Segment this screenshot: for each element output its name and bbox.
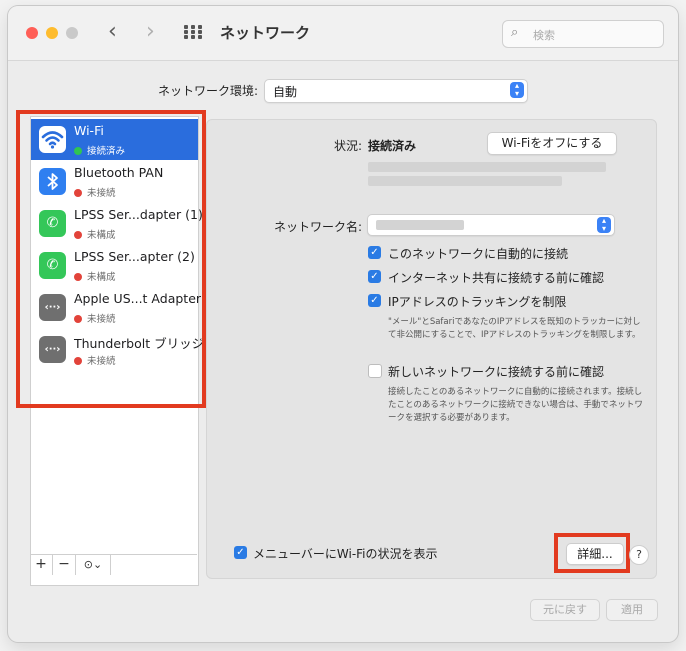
wifi-off-button[interactable]: Wi-Fiをオフにする	[487, 132, 617, 155]
ask-new-networks-label: 新しいネットワークに接続する前に確認	[388, 365, 605, 379]
highlight-box-service-list	[16, 110, 206, 408]
revert-button[interactable]: 元に戻す	[530, 599, 600, 621]
service-actions-menu-button[interactable]: ⊙⌄	[76, 555, 111, 575]
search-placeholder: 検索	[533, 29, 555, 42]
highlight-box-advanced	[554, 533, 630, 573]
titlebar: ‹ › ネットワーク ⌕ 検索	[8, 6, 678, 61]
forward-chevron-icon[interactable]: ›	[146, 20, 155, 44]
minimize-window-button[interactable]	[46, 27, 58, 39]
add-service-button[interactable]: +	[30, 555, 53, 575]
search-icon: ⌕	[511, 25, 519, 40]
ask-hotspot-label: インターネット共有に接続する前に確認	[388, 271, 605, 285]
search-field[interactable]: ⌕ 検索	[502, 20, 664, 48]
help-button[interactable]: ?	[629, 545, 649, 565]
show-in-menubar-checkbox[interactable]: ✓	[234, 546, 247, 559]
service-list-controls: + − ⊙⌄	[30, 554, 197, 575]
zoom-window-button[interactable]	[66, 27, 78, 39]
ip-tracking-description: "メール"とSafariであなたのIPアドレスを既知のトラッカーに対して非公開に…	[388, 317, 641, 340]
show-in-menubar-label: メニューバーにWi-Fiの状況を表示	[253, 547, 438, 561]
location-label: ネットワーク環境:	[158, 84, 259, 98]
location-select[interactable]: 自動 ▴ ▾	[264, 79, 528, 103]
status-label: 状況:	[334, 139, 363, 153]
close-window-button[interactable]	[26, 27, 38, 39]
limit-ip-tracking-label: IPアドレスのトラッキングを制限	[388, 295, 567, 309]
redacted-network-name	[376, 220, 464, 230]
location-value: 自動	[273, 85, 298, 99]
show-all-grid-icon[interactable]	[184, 25, 202, 39]
window-title: ネットワーク	[220, 24, 311, 42]
ask-new-networks-description: 接続したことのあるネットワークに自動的に接続されます。接続したことのあるネットワ…	[388, 387, 643, 423]
network-preferences-window: ‹ › ネットワーク ⌕ 検索 ネットワーク環境: 自動 ▴ ▾ Wi-Fi 接…	[8, 6, 678, 642]
auto-join-label: このネットワークに自動的に接続	[388, 247, 569, 261]
ask-new-networks-checkbox[interactable]	[368, 364, 382, 378]
updown-chevron-icon: ▴ ▾	[510, 82, 524, 98]
redacted-status-info	[368, 176, 562, 186]
remove-service-button[interactable]: −	[53, 555, 76, 575]
apply-button[interactable]: 適用	[606, 599, 658, 621]
network-name-select[interactable]: ▴ ▾	[367, 214, 615, 236]
back-chevron-icon[interactable]: ‹	[108, 20, 117, 44]
auto-join-checkbox[interactable]: ✓	[368, 246, 381, 259]
ask-hotspot-checkbox[interactable]: ✓	[368, 270, 381, 283]
limit-ip-tracking-checkbox[interactable]: ✓	[368, 294, 381, 307]
status-value: 接続済み	[368, 139, 417, 153]
network-name-label: ネットワーク名:	[274, 220, 363, 234]
wifi-detail-panel	[206, 119, 657, 579]
updown-chevron-icon: ▴ ▾	[597, 217, 611, 233]
redacted-status-info	[368, 162, 606, 172]
